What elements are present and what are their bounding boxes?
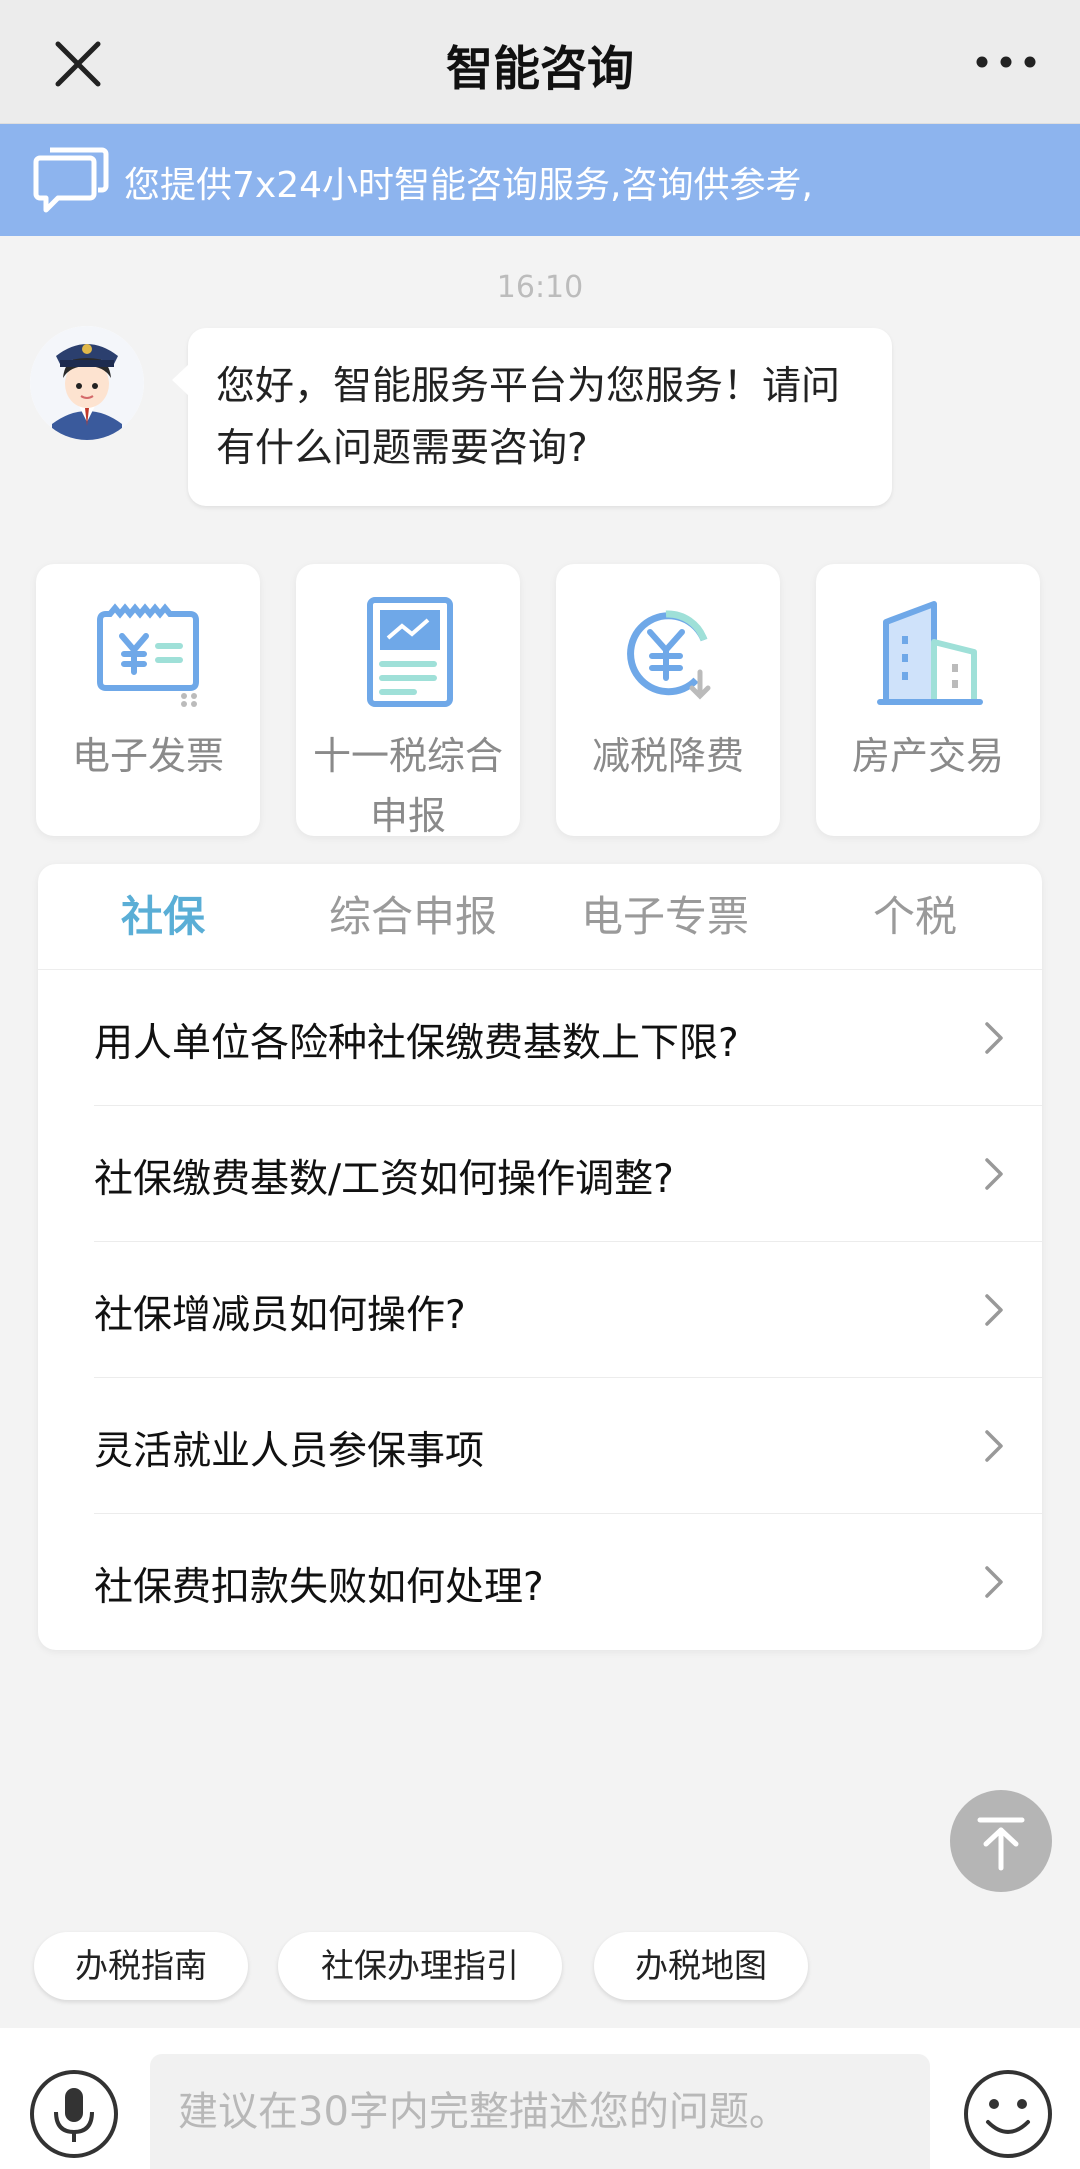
chevron-right-icon (985, 1022, 1003, 1054)
tab-comprehensive-report[interactable]: 综合申报 (288, 864, 538, 970)
chevron-right-icon (985, 1158, 1003, 1190)
input-bar (0, 2028, 1080, 2169)
question-text: 社保缴费基数/工资如何操作调整? (94, 1157, 674, 1202)
emoji-icon[interactable] (962, 2068, 1054, 2160)
tab-personal-tax[interactable]: 个税 (790, 864, 1040, 970)
notice-text: 您提供7x24小时智能咨询服务,咨询供参考, (124, 165, 813, 206)
faq-panel: 社保 综合申报 电子专票 个税 用人单位各险种社保缴费基数上下限? 社保缴费基数… (38, 864, 1042, 1650)
service-card-label: 电子发票 (71, 734, 224, 778)
question-text: 社保增减员如何操作? (94, 1293, 466, 1338)
notice-banner: 您提供7x24小时智能咨询服务,咨询供参考, (0, 124, 1080, 236)
chat-timestamp: 16:10 (496, 270, 584, 305)
question-item[interactable]: 用人单位各险种社保缴费基数上下限? (94, 970, 1042, 1106)
service-card-tax-report[interactable]: 十一税综合申报 (296, 564, 520, 838)
question-text: 社保费扣款失败如何处理? (94, 1565, 544, 1610)
chat-bubbles-icon (33, 147, 109, 213)
question-text: 用人单位各险种社保缴费基数上下限? (94, 1021, 739, 1066)
chevron-right-icon (985, 1294, 1003, 1326)
tax-report-icon (367, 597, 453, 707)
tab-social-security[interactable]: 社保 (38, 864, 288, 970)
question-item[interactable]: 社保费扣款失败如何处理? (94, 1514, 1042, 1650)
service-agent-icon (30, 326, 144, 440)
service-card-label: 十一税综合申报 (312, 734, 503, 838)
scroll-to-top-button[interactable] (950, 1790, 1052, 1892)
chevron-right-icon (985, 1430, 1003, 1462)
top-navbar: 智能咨询 (0, 0, 1080, 124)
question-input[interactable] (150, 2054, 930, 2169)
question-item[interactable]: 社保缴费基数/工资如何操作调整? (94, 1106, 1042, 1242)
service-card-real-estate[interactable]: 房产交易 (816, 564, 1040, 836)
question-text: 灵活就业人员参保事项 (94, 1429, 485, 1474)
arrow-up-icon (977, 1817, 1025, 1871)
tab-e-special-invoice[interactable]: 电子专票 (540, 864, 790, 970)
chip-tax-guide[interactable]: 办税指南 (34, 1932, 248, 2000)
service-card-label: 减税降费 (591, 734, 744, 778)
greeting-bubble: 您好，智能服务平台为您服务！请问有什么问题需要咨询? (172, 328, 892, 506)
invoice-icon (97, 603, 199, 707)
tax-reduction-icon (627, 610, 711, 700)
building-icon (877, 601, 983, 705)
chip-social-security-guide[interactable]: 社保办理指引 (278, 1932, 562, 2000)
microphone-icon[interactable] (28, 2068, 120, 2160)
page-title: 智能咨询 (446, 42, 634, 97)
service-card-e-invoice[interactable]: 电子发票 (36, 564, 260, 836)
service-card-tax-reduction[interactable]: 减税降费 (556, 564, 780, 836)
faq-tabs: 社保 综合申报 电子专票 个税 (38, 864, 1042, 970)
service-card-label: 房产交易 (851, 734, 1004, 778)
chevron-right-icon (985, 1566, 1003, 1598)
question-item[interactable]: 灵活就业人员参保事项 (94, 1378, 1042, 1514)
avatar (30, 326, 144, 440)
more-icon[interactable] (968, 36, 1044, 88)
close-icon[interactable] (42, 28, 114, 100)
chip-tax-map[interactable]: 办税地图 (594, 1932, 808, 2000)
question-item[interactable]: 社保增减员如何操作? (94, 1242, 1042, 1378)
